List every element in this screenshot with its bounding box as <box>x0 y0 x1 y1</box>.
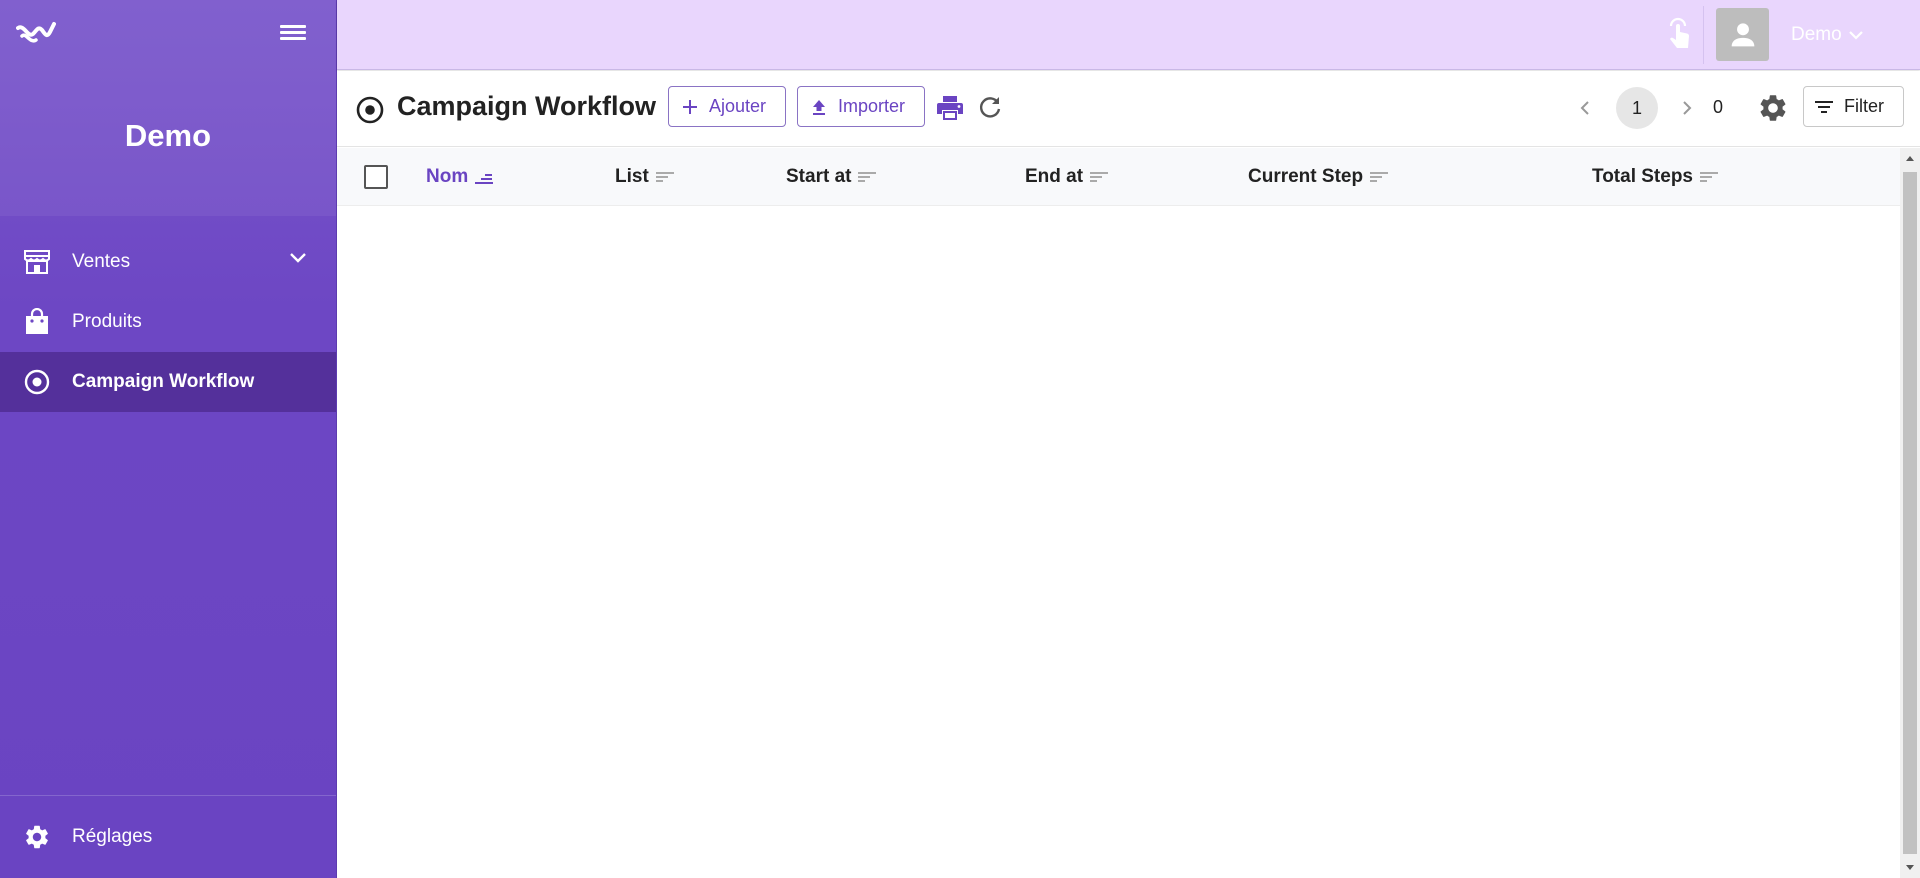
scroll-down-arrow-icon[interactable] <box>1900 858 1920 878</box>
radio-target-icon <box>22 367 52 397</box>
sidebar-item-campaign-workflow[interactable]: Campaign Workflow <box>0 352 336 412</box>
current-page[interactable]: 1 <box>1616 87 1658 129</box>
column-header-current-step[interactable]: Current Step <box>1248 166 1389 188</box>
page-title: Campaign Workflow <box>397 91 657 121</box>
sort-ascending-icon <box>475 174 494 184</box>
print-icon <box>937 96 963 120</box>
column-header-start-at[interactable]: Start at <box>786 166 877 188</box>
chevron-down-icon <box>1848 31 1863 40</box>
import-button[interactable]: Importer <box>797 86 925 127</box>
sidebar: Demo Ventes Produits Campaign Workflow R… <box>0 0 337 878</box>
menu-toggle-icon[interactable] <box>278 22 308 48</box>
chevron-left-icon <box>1580 101 1589 115</box>
store-icon <box>22 247 52 277</box>
next-page-button[interactable] <box>1671 92 1703 124</box>
column-header-end-at[interactable]: End at <box>1025 166 1109 188</box>
refresh-button[interactable] <box>974 92 1006 124</box>
sidebar-title: Demo <box>124 118 212 153</box>
sidebar-item-produits[interactable]: Produits <box>0 292 336 352</box>
print-button[interactable] <box>934 92 966 124</box>
previous-page-button[interactable] <box>1569 92 1601 124</box>
sort-icon <box>1090 172 1109 182</box>
shopping-bag-icon <box>22 307 52 337</box>
column-settings-button[interactable] <box>1755 90 1791 126</box>
sort-icon <box>655 172 674 182</box>
sidebar-item-reglages[interactable]: Réglages <box>0 795 336 878</box>
chevron-down-icon[interactable] <box>288 250 308 264</box>
scrollbar-thumb[interactable] <box>1903 172 1917 854</box>
column-header-nom[interactable]: Nom <box>426 166 494 188</box>
top-bar: Demo <box>337 0 1920 70</box>
list-toolbar: Campaign Workflow Ajouter Importer 1 0 F… <box>337 71 1920 147</box>
plus-icon <box>683 99 697 114</box>
column-label: End at <box>1025 166 1084 187</box>
scroll-up-arrow-icon[interactable] <box>1900 148 1920 168</box>
sort-icon <box>1370 172 1389 182</box>
user-menu[interactable]: Demo <box>1791 24 1864 46</box>
select-all-checkbox[interactable] <box>364 165 388 189</box>
import-button-label: Importer <box>838 96 906 116</box>
app-logo[interactable] <box>16 20 56 48</box>
gear-icon <box>22 822 52 852</box>
column-header-total-steps[interactable]: Total Steps <box>1592 166 1719 188</box>
add-button-label: Ajouter <box>709 96 767 116</box>
filter-button[interactable]: Filter <box>1803 86 1904 127</box>
radio-target-icon <box>356 96 384 124</box>
sort-icon <box>858 172 877 182</box>
avatar[interactable] <box>1716 8 1769 61</box>
person-icon <box>1731 22 1754 46</box>
column-header-list[interactable]: List <box>615 166 675 188</box>
column-label: Nom <box>426 166 469 187</box>
sidebar-item-label: Ventes <box>72 251 131 272</box>
vertical-scrollbar[interactable] <box>1900 148 1920 878</box>
sidebar-item-label: Campaign Workflow <box>72 371 255 392</box>
filter-icon <box>1815 100 1833 113</box>
total-count: 0 <box>1713 97 1724 117</box>
gear-icon <box>1760 95 1786 121</box>
filter-button-label: Filter <box>1844 96 1884 116</box>
column-label: List <box>615 166 649 187</box>
chevron-right-icon <box>1683 101 1692 115</box>
add-button[interactable]: Ajouter <box>668 86 786 127</box>
sidebar-item-label: Produits <box>72 311 142 332</box>
sidebar-item-ventes[interactable]: Ventes <box>0 232 336 292</box>
column-label: Total Steps <box>1592 166 1693 187</box>
sort-icon <box>1700 172 1718 182</box>
sidebar-header: Demo <box>0 0 336 216</box>
column-label: Current Step <box>1248 166 1364 187</box>
data-table: Nom List Start at End at Current Step To… <box>337 148 1900 878</box>
divider <box>1703 6 1704 64</box>
column-label: Start at <box>786 166 852 187</box>
sidebar-item-label: Réglages <box>72 826 153 847</box>
refresh-icon <box>979 97 1001 118</box>
sidebar-nav: Ventes Produits Campaign Workflow <box>0 232 336 412</box>
upload-icon <box>813 99 825 115</box>
table-header: Nom List Start at End at Current Step To… <box>337 148 1900 206</box>
user-name: Demo <box>1791 24 1842 45</box>
touch-app-icon[interactable] <box>1662 16 1694 52</box>
